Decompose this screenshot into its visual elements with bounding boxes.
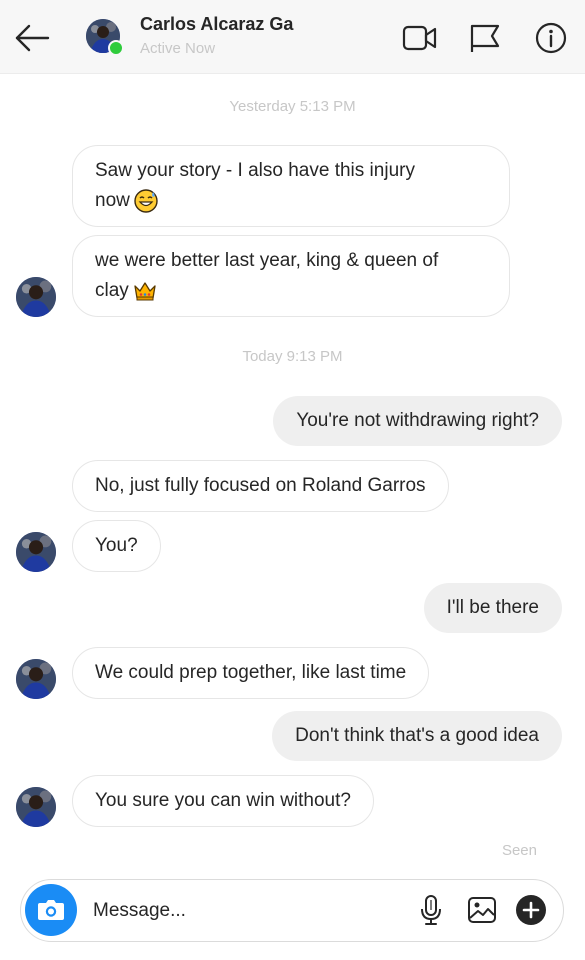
message-composer [20, 879, 564, 942]
info-icon[interactable] [532, 20, 570, 56]
incoming-message[interactable]: We could prep together, like last time [72, 647, 430, 699]
online-status-dot [108, 40, 124, 56]
message-text: Don't think that's a good idea [295, 725, 539, 746]
flag-report-icon[interactable] [466, 20, 504, 56]
camera-icon[interactable] [25, 884, 77, 936]
microphone-icon[interactable] [415, 894, 447, 926]
message-text: You're not withdrawing right? [296, 410, 539, 431]
message-text: You? [95, 535, 138, 556]
crown-emoji-icon [133, 279, 157, 303]
seen-receipt: Seen [501, 842, 537, 859]
message-text: I'll be there [446, 597, 539, 618]
incoming-message[interactable]: You sure you can win without? [72, 775, 374, 827]
timestamp: Today 9:13 PM [242, 348, 343, 365]
sender-avatar[interactable] [16, 787, 56, 827]
message-text: Saw your story - I also have this injury [95, 160, 415, 181]
sender-avatar[interactable] [16, 659, 56, 699]
incoming-message[interactable]: No, just fully focused on Roland Garros [72, 460, 449, 512]
plus-icon[interactable] [515, 894, 547, 926]
message-text: No, just fully focused on Roland Garros [95, 475, 426, 496]
incoming-message[interactable]: Saw your story - I also have this injury… [72, 145, 510, 227]
sweat-smile-emoji-icon [134, 189, 158, 213]
message-text: clay [95, 280, 129, 301]
timestamp: Yesterday 5:13 PM [229, 98, 356, 115]
outgoing-message[interactable]: Don't think that's a good idea [272, 711, 562, 761]
sender-avatar[interactable] [16, 532, 56, 572]
message-text: We could prep together, like last time [95, 662, 407, 683]
sender-avatar[interactable] [16, 277, 56, 317]
back-arrow-icon[interactable] [12, 20, 52, 56]
video-call-icon[interactable] [400, 20, 438, 56]
message-text: You sure you can win without? [95, 790, 351, 811]
contact-name[interactable]: Carlos Alcaraz Ga [140, 14, 298, 35]
contact-avatar[interactable] [86, 19, 124, 56]
active-status: Active Now [140, 40, 216, 57]
outgoing-message[interactable]: I'll be there [423, 583, 562, 633]
chat-header: Carlos Alcaraz Ga Active Now [0, 0, 585, 74]
message-input[interactable] [91, 896, 405, 926]
outgoing-message[interactable]: You're not withdrawing right? [273, 396, 562, 446]
message-text: we were better last year, king & queen o… [95, 250, 439, 271]
incoming-message[interactable]: we were better last year, king & queen o… [72, 235, 510, 317]
message-text: now [95, 190, 130, 211]
image-gallery-icon[interactable] [466, 894, 498, 926]
incoming-message[interactable]: You? [72, 520, 161, 572]
